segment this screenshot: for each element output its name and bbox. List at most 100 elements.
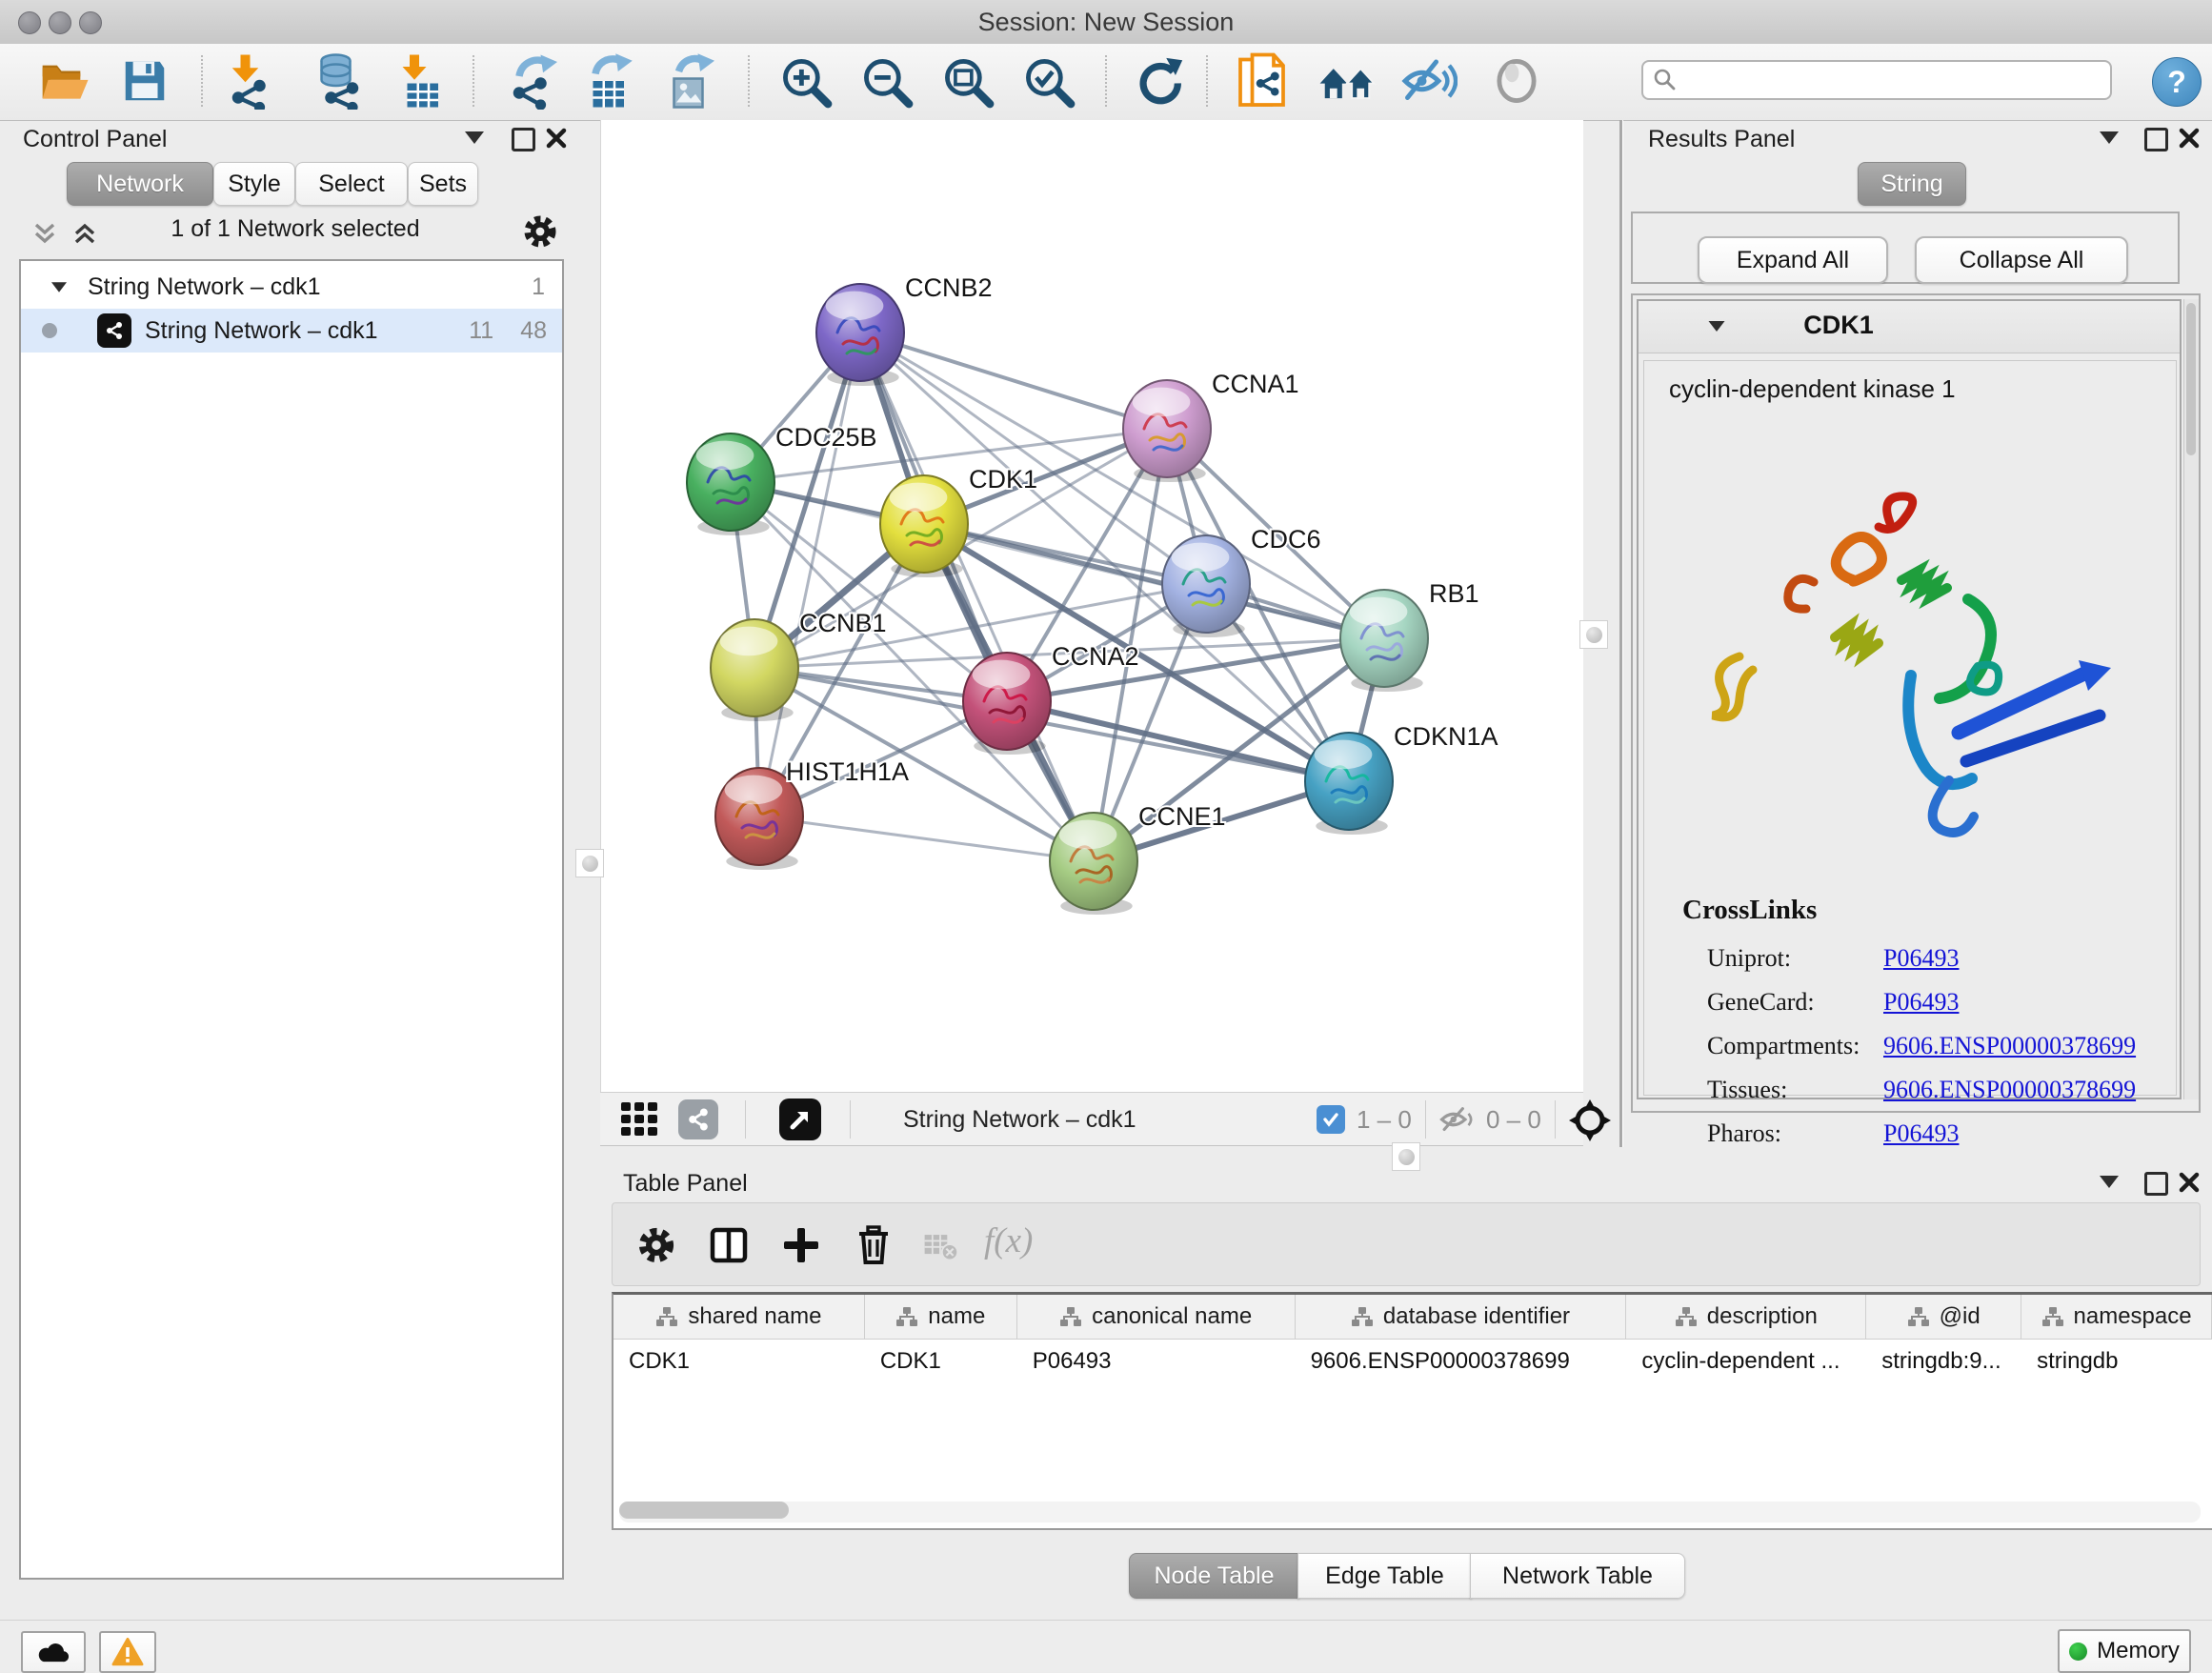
results-panel-divider[interactable] [1619,120,1623,1147]
gene-card-header[interactable]: CDK1 [1639,301,2180,353]
network-node-CCNA1[interactable] [1123,380,1211,482]
network-edge-CCNB2-CCNA1[interactable] [860,333,1167,429]
open-session-icon[interactable] [33,50,96,112]
export-network-icon[interactable] [502,50,565,112]
refresh-icon[interactable] [1128,50,1191,112]
column-header--id[interactable]: @id [1866,1295,2021,1339]
tab-select[interactable]: Select [295,162,408,206]
table-cell[interactable]: CDK1 [865,1340,1017,1383]
collapse-all-icon[interactable] [30,219,59,248]
table-settings-gear-icon[interactable] [633,1222,679,1268]
crosslink-value-link[interactable]: 9606.ENSP00000378699 [1883,1032,2136,1060]
share-document-icon[interactable] [1233,50,1296,112]
grid-view-icon[interactable] [619,1100,661,1139]
scrollbar-thumb[interactable] [619,1502,789,1519]
table-panel-float-icon[interactable] [2144,1172,2168,1196]
table-cell[interactable]: stringdb [2021,1340,2212,1383]
show-columns-icon[interactable] [706,1222,752,1268]
table-horizontal-scrollbar[interactable] [619,1502,2201,1522]
control-panel-close-icon[interactable] [545,127,568,150]
column-header-database-identifier[interactable]: database identifier [1296,1295,1627,1339]
network-collection-row[interactable]: String Network – cdk1 1 [21,265,562,309]
table-cell[interactable]: CDK1 [613,1340,865,1383]
right-splitter-handle[interactable] [1579,620,1608,649]
left-splitter-handle[interactable] [575,849,604,877]
network-share-view-icon[interactable] [678,1099,718,1139]
home-icon[interactable] [1316,50,1378,112]
search-input[interactable] [1678,66,2091,94]
column-header-namespace[interactable]: namespace [2021,1295,2212,1339]
results-panel-close-icon[interactable] [2178,127,2201,150]
network-edge-CCNE1-HIST1H1A[interactable] [759,816,1094,861]
crosslink-value-link[interactable]: P06493 [1883,944,1959,973]
delete-column-trash-icon[interactable] [851,1222,896,1268]
network-row[interactable]: String Network – cdk1 11 48 [21,309,562,353]
create-column-plus-icon[interactable] [778,1222,824,1268]
detach-view-icon[interactable] [779,1099,821,1140]
highlight-eye-icon[interactable] [1485,50,1548,112]
selected-checkbox-icon[interactable] [1317,1105,1345,1134]
crosslink-value-link[interactable]: P06493 [1883,1119,1959,1148]
memory-button[interactable]: Memory [2058,1629,2191,1673]
results-scrollbar[interactable] [2183,299,2199,1099]
hide-unhide-icon[interactable] [1398,50,1460,112]
table-cell[interactable]: 9606.ENSP00000378699 [1296,1340,1627,1383]
collapse-all-button[interactable]: Collapse All [1915,236,2128,284]
tab-network[interactable]: Network [67,162,213,206]
zoom-in-icon[interactable] [774,50,836,112]
help-icon[interactable]: ? [2152,57,2202,107]
import-table-icon[interactable] [388,50,451,112]
collection-expander-icon[interactable] [51,282,67,292]
results-panel-float-icon[interactable] [2144,128,2168,151]
crosslinks-list: Uniprot:P06493GeneCard:P06493Compartment… [1707,937,2164,1156]
crosslink-value-link[interactable]: 9606.ENSP00000378699 [1883,1076,2136,1104]
network-options-gear-icon[interactable] [520,212,560,252]
import-network-database-icon[interactable] [307,50,370,112]
network-node-RB1[interactable] [1340,590,1428,692]
crosslink-row: Compartments:9606.ENSP00000378699 [1707,1024,2164,1068]
table-cell[interactable]: cyclin-dependent ... [1626,1340,1866,1383]
control-panel-float-icon[interactable] [512,128,535,151]
zoom-fit-icon[interactable] [935,50,998,112]
export-table-icon[interactable] [578,50,641,112]
network-node-CDC25B[interactable] [687,433,774,535]
tab-edge-table[interactable]: Edge Table [1297,1553,1472,1599]
column-header-shared-name[interactable]: shared name [613,1295,865,1339]
toolbar-separator [201,55,203,107]
network-node-CCNE1[interactable] [1050,813,1137,915]
tab-style[interactable]: Style [213,162,295,206]
tab-string[interactable]: String [1858,162,1966,206]
window-zoom-button[interactable] [79,11,102,34]
table-cell[interactable]: stringdb:9... [1866,1340,2021,1383]
warning-status-button[interactable] [99,1631,156,1673]
table-panel-collapse-icon[interactable] [2100,1176,2119,1188]
table-panel-close-icon[interactable] [2178,1171,2201,1194]
birdseye-navigator-icon[interactable] [1568,1099,1612,1142]
network-node-CDKN1A[interactable] [1305,733,1393,835]
network-node-CDK1[interactable] [880,475,968,577]
column-header-canonical-name[interactable]: canonical name [1017,1295,1296,1339]
table-row[interactable]: CDK1CDK1P064939606.ENSP00000378699cyclin… [613,1340,2212,1383]
window-minimize-button[interactable] [49,11,71,34]
expand-all-icon[interactable] [70,219,99,248]
crosslink-value-link[interactable]: P06493 [1883,988,1959,1017]
save-session-icon[interactable] [113,50,176,112]
cloud-status-button[interactable] [21,1631,86,1673]
network-node-CCNB1[interactable] [711,619,798,721]
results-panel-collapse-icon[interactable] [2100,131,2119,144]
tab-node-table[interactable]: Node Table [1129,1553,1299,1599]
column-header-description[interactable]: description [1626,1295,1866,1339]
bottom-splitter-handle[interactable] [1392,1142,1420,1171]
export-image-icon[interactable] [659,50,722,112]
search-field[interactable] [1641,60,2112,100]
zoom-out-icon[interactable] [855,50,917,112]
zoom-selected-icon[interactable] [1016,50,1079,112]
control-panel-collapse-icon[interactable] [465,131,484,144]
import-network-icon[interactable] [216,50,279,112]
tab-sets[interactable]: Sets [408,162,478,206]
window-close-button[interactable] [18,11,41,34]
column-header-name[interactable]: name [865,1295,1017,1339]
expand-all-button[interactable]: Expand All [1698,236,1888,284]
tab-network-table[interactable]: Network Table [1470,1553,1685,1599]
table-cell[interactable]: P06493 [1017,1340,1296,1383]
